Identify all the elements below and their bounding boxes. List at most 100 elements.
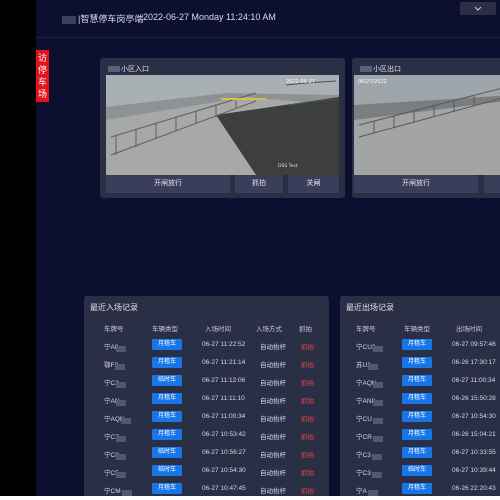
capture-status[interactable]: 抓拍	[301, 377, 314, 387]
exit-records-panel: 最近出场记录 车牌号 车辆类型 出场时间 宁CU3 月租车 06-27 09:57:…	[340, 296, 500, 496]
entry-time: 06-27 11:12:06	[202, 377, 246, 384]
vehicle-type-badge: 月租车	[402, 357, 432, 368]
column-header: 入场方式	[256, 326, 282, 333]
table-row[interactable]: 宁AQN 月租车 06-27 11:00:34	[340, 372, 500, 390]
capture-status[interactable]: 抓拍	[301, 449, 314, 459]
open-gate-button[interactable]: 开闸放行	[106, 175, 230, 193]
entry-method: 自动抬杆	[260, 380, 286, 387]
camera-title: 小区入口	[108, 64, 149, 74]
plate-number: 鄂F8	[104, 359, 126, 370]
exit-time: 06-26 15:50:28	[452, 395, 496, 402]
top-bar: |智慧停车岗亭端 2022-06-27 Monday 11:24:10 AM	[36, 0, 500, 38]
entry-time: 06-27 10:54:30	[202, 467, 246, 474]
vehicle-type-badge: 月租车	[402, 393, 432, 404]
plate-number: 宁AQN	[356, 377, 383, 388]
column-header: 抓拍	[299, 326, 312, 333]
exit-time: 06-27 10:33:55	[452, 449, 496, 456]
chevron-down-icon[interactable]	[460, 2, 496, 15]
exit-time: 06-26 15:04:21	[452, 431, 496, 438]
exit-time: 06-27 11:00:34	[452, 377, 496, 384]
plate-number: 宁AN	[104, 395, 126, 406]
table-row[interactable]: 宁A8 月租车 06-27 11:22:52 自动抬杆 抓拍	[84, 336, 329, 354]
vehicle-type-badge: 月租车	[402, 483, 432, 494]
open-gate-button[interactable]: 开闸放行	[354, 175, 478, 193]
exit-time: 06-27 10:54:30	[452, 413, 496, 420]
table-row[interactable]: 宁AQN 月租车 06-27 11:00:34 自动抬杆 抓拍	[84, 408, 329, 426]
table-row[interactable]: 宁CR 月租车 06-26 15:04:21	[340, 426, 500, 444]
table-row[interactable]: 宁CU3 月租车 06-27 09:57:46	[340, 336, 500, 354]
table-header: 车牌号 车辆类型 出场时间	[340, 323, 500, 335]
capture-button[interactable]: 抓拍	[235, 175, 283, 193]
table-row[interactable]: 宁C2 临时车 06-27 11:12:06 自动抬杆 抓拍	[84, 372, 329, 390]
more-button[interactable]	[484, 175, 500, 193]
vehicle-type-badge: 月租车	[152, 483, 182, 494]
plate-number: 宁C2	[104, 377, 127, 388]
capture-status[interactable]: 抓拍	[301, 485, 314, 495]
entry-method: 自动抬杆	[260, 434, 286, 441]
camera-title: 小区出口	[360, 64, 401, 74]
capture-status[interactable]: 抓拍	[301, 431, 314, 441]
plate-number: 宁AN8	[356, 395, 383, 406]
entry-time: 06-27 11:21:14	[202, 359, 246, 366]
visitor-parking-tab[interactable]: 访 停 车 场	[36, 50, 49, 102]
camera-card-entry: 小区入口 2022-06-27 DSS Test 开闸放行 抓拍 关闸	[100, 58, 345, 198]
vehicle-type-badge: 临时车	[152, 447, 182, 458]
exit-table-body: 宁CU3 月租车 06-27 09:57:46 苏U1 月租车 06-26 17:30:1…	[340, 336, 500, 496]
table-row[interactable]: 苏U1 月租车 06-26 17:30:17	[340, 354, 500, 372]
table-row[interactable]: 宁AN 月租车 06-27 11:11:10 自动抬杆 抓拍	[84, 390, 329, 408]
table-row[interactable]: 鄂F8 月租车 06-27 11:21:14 自动抬杆 抓拍	[84, 354, 329, 372]
plate-number: 宁AQN	[104, 413, 131, 424]
plate-number: 宁A	[356, 485, 378, 496]
table-row[interactable]: 宁C3 月租车 06-27 10:33:55	[340, 444, 500, 462]
table-row[interactable]: 宁CM 月租车 06-27 10:47:45 自动抬杆 抓拍	[84, 480, 329, 496]
table-row[interactable]: 宁C5 临时车 06-27 10:54:30 自动抬杆 抓拍	[84, 462, 329, 480]
svg-text:DSS Test: DSS Test	[278, 163, 298, 169]
vehicle-type-badge: 月租车	[402, 375, 432, 386]
table-row[interactable]: 宁C7 月租车 06-27 10:53:42 自动抬杆 抓拍	[84, 426, 329, 444]
capture-status[interactable]: 抓拍	[301, 467, 314, 477]
entry-method: 自动抬杆	[260, 344, 286, 351]
capture-status[interactable]: 抓拍	[301, 395, 314, 405]
table-row[interactable]: 宁A 月租车 06-26 22:20:43	[340, 480, 500, 496]
plate-number: 宁CM	[104, 485, 132, 496]
entry-method: 自动抬杆	[260, 398, 286, 405]
entry-records-panel: 最近入场记录 车牌号 车辆类型 入场时间 入场方式 抓拍 宁A8 月租车 06-27…	[84, 296, 329, 496]
plate-number: 宁CU3	[356, 341, 383, 352]
table-row[interactable]: 宁C3 临时车 06-27 10:39:44	[340, 462, 500, 480]
plate-number: 宁C3	[356, 467, 382, 478]
camera-overlay-time: 2022-06-27	[286, 79, 315, 85]
capture-status[interactable]: 抓拍	[301, 341, 314, 351]
app-title: |智慧停车岗亭端	[62, 12, 143, 25]
vehicle-type-badge: 临时车	[402, 465, 432, 476]
vehicle-type-badge: 临时车	[152, 375, 182, 386]
table-row[interactable]: 宁C8 临时车 06-27 10:56:27 自动抬杆 抓拍	[84, 444, 329, 462]
entry-time: 06-27 11:11:10	[202, 395, 245, 402]
entry-method: 自动抬杆	[260, 362, 286, 369]
column-header: 车辆类型	[404, 326, 430, 333]
table-row[interactable]: 宁AN8 月租车 06-26 15:50:28	[340, 390, 500, 408]
vehicle-type-badge: 月租车	[402, 339, 432, 350]
capture-status[interactable]: 抓拍	[301, 413, 314, 423]
parking-dashboard: |智慧停车岗亭端 2022-06-27 Monday 11:24:10 AM 小…	[36, 0, 500, 496]
camera-controls-exit: 开闸放行	[354, 175, 500, 193]
close-gate-button[interactable]: 关闸	[288, 175, 339, 193]
plate-number: 宁C8	[104, 449, 127, 460]
vehicle-type-badge: 月租车	[152, 429, 182, 440]
entry-method: 自动抬杆	[260, 488, 286, 495]
entry-time: 06-27 10:56:27	[202, 449, 246, 456]
camera-card-exit: 小区出口 06/27/2022 开闸放行	[352, 58, 500, 198]
vehicle-type-badge: 月租车	[402, 411, 432, 422]
table-row[interactable]: 宁CU 月租车 06-27 10:54:30	[340, 408, 500, 426]
column-header: 入场时间	[205, 326, 231, 333]
vehicle-type-badge: 月租车	[152, 357, 182, 368]
vehicle-type-badge: 月租车	[152, 339, 182, 350]
plate-number: 宁C5	[104, 467, 127, 478]
capture-status[interactable]: 抓拍	[301, 359, 314, 369]
plate-number: 宁A8	[104, 341, 126, 352]
entry-method: 自动抬杆	[260, 452, 286, 459]
column-header: 出场时间	[456, 326, 482, 333]
exit-time: 06-27 09:57:46	[452, 341, 496, 348]
vehicle-type-badge: 月租车	[152, 411, 182, 422]
vehicle-type-badge: 月租车	[402, 429, 432, 440]
exit-time: 06-26 22:20:43	[452, 485, 496, 492]
